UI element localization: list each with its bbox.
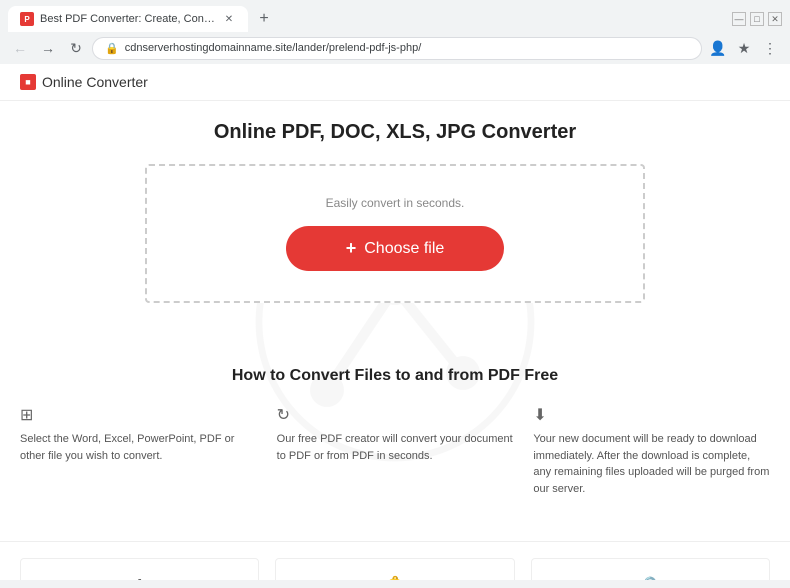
site-header: ■ Online Converter <box>0 64 790 101</box>
back-button[interactable]: ← <box>8 36 32 60</box>
close-button[interactable]: ✕ <box>768 12 782 26</box>
feature-card-1: ⏱ The Best Free PDF Converter No matter … <box>20 558 259 580</box>
plus-icon: + <box>346 238 357 259</box>
how-to-title: How to Convert Files to and from PDF Fre… <box>20 367 770 385</box>
browser-actions: 👤 ★ ⋮ <box>706 36 782 60</box>
address-bar[interactable]: 🔒 cdnserverhostingdomainname.site/lander… <box>92 37 702 60</box>
upload-subtitle: Easily convert in seconds. <box>167 196 623 210</box>
step-2-icon: ↻ <box>277 405 514 425</box>
site-logo: ■ Online Converter <box>20 74 148 90</box>
window-controls: — □ ✕ <box>732 12 782 26</box>
browser-window: P Best PDF Converter: Create, Conv... ✕ … <box>0 0 790 64</box>
step-1: ⊞ Select the Word, Excel, PowerPoint, PD… <box>20 405 257 497</box>
page-content: ■ Online Converter Online PDF, DOC, XLS,… <box>0 64 790 580</box>
logo-text: Online Converter <box>42 74 148 90</box>
step-3-text: Your new document will be ready to downl… <box>533 431 770 497</box>
step-1-icon: ⊞ <box>20 405 257 425</box>
main-section: Online PDF, DOC, XLS, JPG Converter Easi… <box>0 101 790 347</box>
forward-button[interactable]: → <box>36 36 60 60</box>
profile-button[interactable]: 👤 <box>706 36 730 60</box>
lock-icon: 🔒 <box>105 42 119 55</box>
tab-title: Best PDF Converter: Create, Conv... <box>40 13 216 25</box>
tab-close-button[interactable]: ✕ <box>222 12 236 26</box>
choose-file-button[interactable]: + Choose file <box>286 226 505 271</box>
feature-card-2: 🔔 Start a free trial With a free trial o… <box>275 558 514 580</box>
minimize-button[interactable]: — <box>732 12 746 26</box>
how-to-section: How to Convert Files to and from PDF Fre… <box>0 347 790 541</box>
browser-tab[interactable]: P Best PDF Converter: Create, Conv... ✕ <box>8 6 248 32</box>
menu-button[interactable]: ⋮ <box>758 36 782 60</box>
browser-titlebar: P Best PDF Converter: Create, Conv... ✕ … <box>0 0 790 32</box>
maximize-button[interactable]: □ <box>750 12 764 26</box>
step-3-icon: ⬇ <box>533 405 770 425</box>
feature-1-icon: ⏱ <box>37 575 242 580</box>
page-title: Online PDF, DOC, XLS, JPG Converter <box>20 121 770 144</box>
browser-controls: ← → ↻ 🔒 cdnserverhostingdomainname.site/… <box>0 32 790 64</box>
tab-favicon: P <box>20 12 34 26</box>
bookmark-button[interactable]: ★ <box>732 36 756 60</box>
feature-card-3: 🔒 Encrypted files We care about the priv… <box>531 558 770 580</box>
logo-icon: ■ <box>20 74 36 90</box>
url-text: cdnserverhostingdomainname.site/lander/p… <box>125 42 689 54</box>
new-tab-button[interactable]: + <box>252 7 276 31</box>
feature-3-icon: 🔒 <box>548 575 753 580</box>
step-2-text: Our free PDF creator will convert your d… <box>277 431 514 464</box>
upload-box: Easily convert in seconds. + Choose file <box>145 164 645 303</box>
choose-file-label: Choose file <box>364 240 444 258</box>
features-section: ⏱ The Best Free PDF Converter No matter … <box>0 541 790 580</box>
step-1-text: Select the Word, Excel, PowerPoint, PDF … <box>20 431 257 464</box>
feature-2-icon: 🔔 <box>292 575 497 580</box>
reload-button[interactable]: ↻ <box>64 36 88 60</box>
steps-grid: ⊞ Select the Word, Excel, PowerPoint, PD… <box>20 405 770 497</box>
step-2: ↻ Our free PDF creator will convert your… <box>277 405 514 497</box>
step-3: ⬇ Your new document will be ready to dow… <box>533 405 770 497</box>
